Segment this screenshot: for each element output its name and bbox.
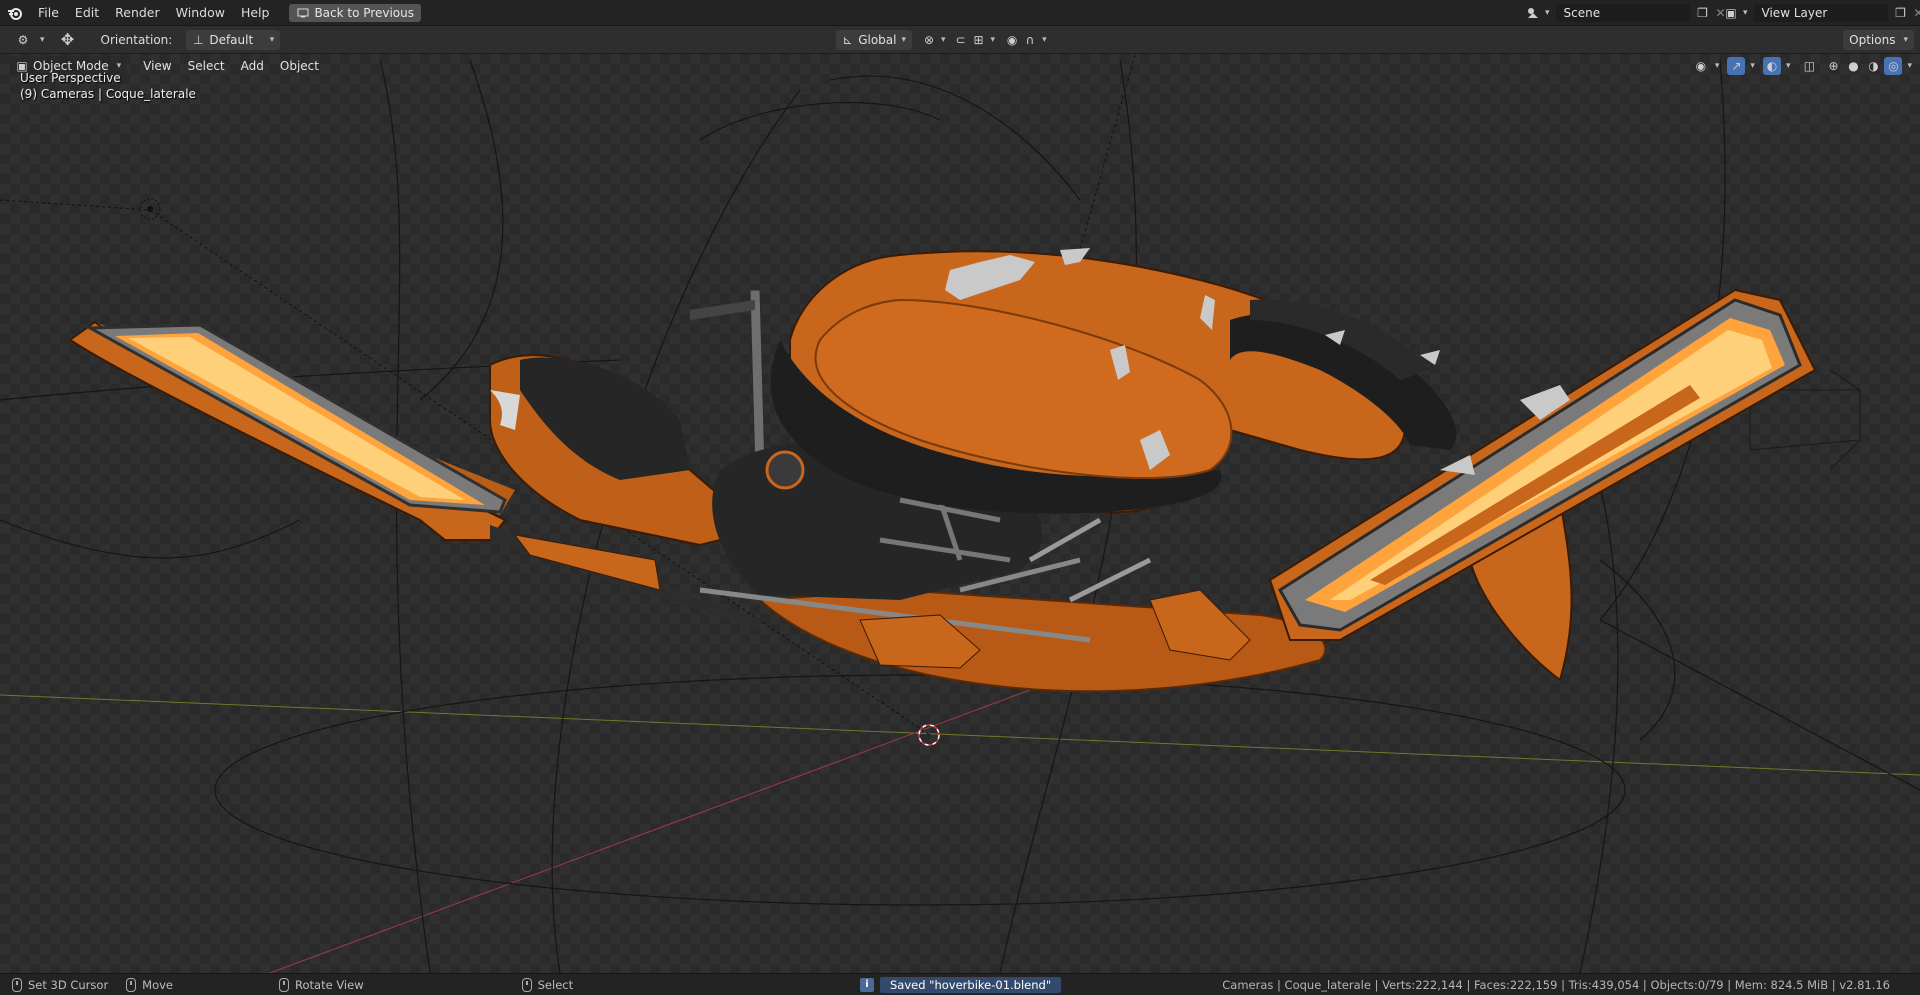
- mouse-left-icon: [12, 977, 22, 992]
- material-shading-icon[interactable]: ◑: [1864, 57, 1882, 75]
- x-axis-line: [0, 694, 1920, 776]
- 3d-viewport[interactable]: ▣ Object Mode ▾ View Select Add Object ◉…: [0, 54, 1920, 973]
- status-bar: Set 3D Cursor Move Rotate View Select i …: [0, 973, 1920, 995]
- perspective-label: User Perspective: [20, 71, 121, 85]
- scene-icon[interactable]: [1524, 4, 1542, 22]
- xray-toggle-icon[interactable]: ◫: [1800, 57, 1818, 75]
- view-layer-name: View Layer: [1761, 5, 1828, 20]
- solid-shading-icon[interactable]: ●: [1844, 57, 1862, 75]
- top-bar: File Edit Render Window Help Back to Pre…: [0, 0, 1920, 26]
- menu-edit[interactable]: Edit: [67, 2, 107, 24]
- hint-label: Select: [537, 977, 574, 992]
- back-to-previous-button[interactable]: Back to Previous: [289, 3, 421, 22]
- hint-label: Set 3D Cursor: [28, 977, 109, 992]
- menu-help[interactable]: Help: [233, 2, 278, 24]
- chevron-down-icon[interactable]: ▾: [1743, 8, 1748, 18]
- snap-toggle-icon[interactable]: ⊂: [952, 31, 970, 49]
- proportional-edit-icon[interactable]: ◉: [1003, 31, 1021, 49]
- close-view-layer-icon[interactable]: ✕: [1910, 4, 1920, 22]
- rendered-shading-icon[interactable]: ◎: [1884, 57, 1903, 75]
- orientation-dropdown[interactable]: ⊥ Default ▾: [186, 29, 281, 50]
- copy-view-layer-icon[interactable]: ❐: [1892, 4, 1910, 22]
- menu-render[interactable]: Render: [107, 2, 168, 24]
- hint-label: Move: [142, 977, 174, 992]
- tool-icon: ⚙: [17, 32, 29, 47]
- options-dropdown[interactable]: Options ▾: [1843, 29, 1914, 50]
- transform-space-value: Global: [858, 32, 897, 47]
- screen-icon: [296, 4, 310, 22]
- mouse-right-icon: [521, 977, 532, 992]
- wireframe-shading-icon[interactable]: ⊕: [1824, 57, 1842, 75]
- viewport-scene: [0, 54, 1920, 973]
- orientation-value: Default: [209, 32, 254, 47]
- editor-type-dropdown[interactable]: ⚙ ▾: [8, 30, 51, 50]
- viewport-menu-select[interactable]: Select: [180, 56, 233, 76]
- info-icon: i: [860, 977, 874, 992]
- menu-file[interactable]: File: [30, 2, 67, 24]
- tool-settings-bar: ⚙ ▾ ✥ Orientation: ⊥ Default ▾ ⊾ Global ▾…: [0, 26, 1920, 54]
- options-label: Options: [1849, 32, 1896, 47]
- falloff-curve-icon[interactable]: ∩: [1021, 31, 1039, 49]
- hint-select: Select: [521, 977, 574, 992]
- viewport-header: ▣ Object Mode ▾ View Select Add Object ◉…: [0, 54, 1920, 78]
- blender-logo-icon[interactable]: [6, 4, 24, 22]
- mouse-drag-icon: [126, 977, 137, 992]
- copy-scene-icon[interactable]: ❐: [1694, 4, 1712, 22]
- scene-name: Scene: [1563, 5, 1601, 20]
- scene-field[interactable]: Scene: [1555, 3, 1690, 22]
- save-report[interactable]: i Saved "hoverbike-01.blend": [860, 976, 1062, 993]
- axis-icon: ⊥: [193, 32, 204, 47]
- y-axis-line: [269, 689, 1031, 973]
- overlays-icon[interactable]: ◐: [1762, 57, 1781, 75]
- pivot-point-icon[interactable]: ⊗: [920, 31, 938, 49]
- gizmo-icon[interactable]: ↗: [1727, 57, 1746, 75]
- move-tool-icon[interactable]: ✥: [59, 30, 77, 49]
- view-layer-field[interactable]: View Layer: [1753, 3, 1888, 22]
- viewport-menu-object[interactable]: Object: [272, 56, 327, 76]
- viewport-menu-add[interactable]: Add: [233, 56, 272, 76]
- collection-info-label: (9) Cameras | Coque_laterale: [20, 87, 196, 101]
- snap-target-icon[interactable]: ⊞: [970, 31, 988, 49]
- hint-label: Rotate View: [295, 977, 364, 992]
- hoverbike-model: [68, 248, 1817, 693]
- hint-move: Move: [126, 977, 174, 992]
- hint-set-3d-cursor: Set 3D Cursor: [12, 977, 109, 992]
- global-axis-icon: ⊾: [842, 32, 853, 47]
- chevron-down-icon[interactable]: ▾: [1545, 8, 1550, 18]
- save-message: Saved "hoverbike-01.blend": [880, 976, 1062, 993]
- light-object: [139, 198, 161, 220]
- scene-stats: Cameras | Coque_laterale | Verts:222,144…: [1222, 977, 1890, 992]
- viewport-menu-view[interactable]: View: [135, 56, 179, 76]
- orientation-label: Orientation:: [100, 32, 173, 47]
- transform-orientation-dropdown[interactable]: ⊾ Global ▾: [836, 29, 912, 50]
- menu-window[interactable]: Window: [168, 2, 233, 24]
- back-to-previous-label: Back to Previous: [314, 5, 414, 20]
- hint-rotate-view: Rotate View: [279, 977, 364, 992]
- view-layer-icon[interactable]: ▣: [1722, 4, 1740, 22]
- visibility-eye-icon[interactable]: ◉: [1692, 57, 1710, 75]
- mouse-middle-icon: [279, 977, 290, 992]
